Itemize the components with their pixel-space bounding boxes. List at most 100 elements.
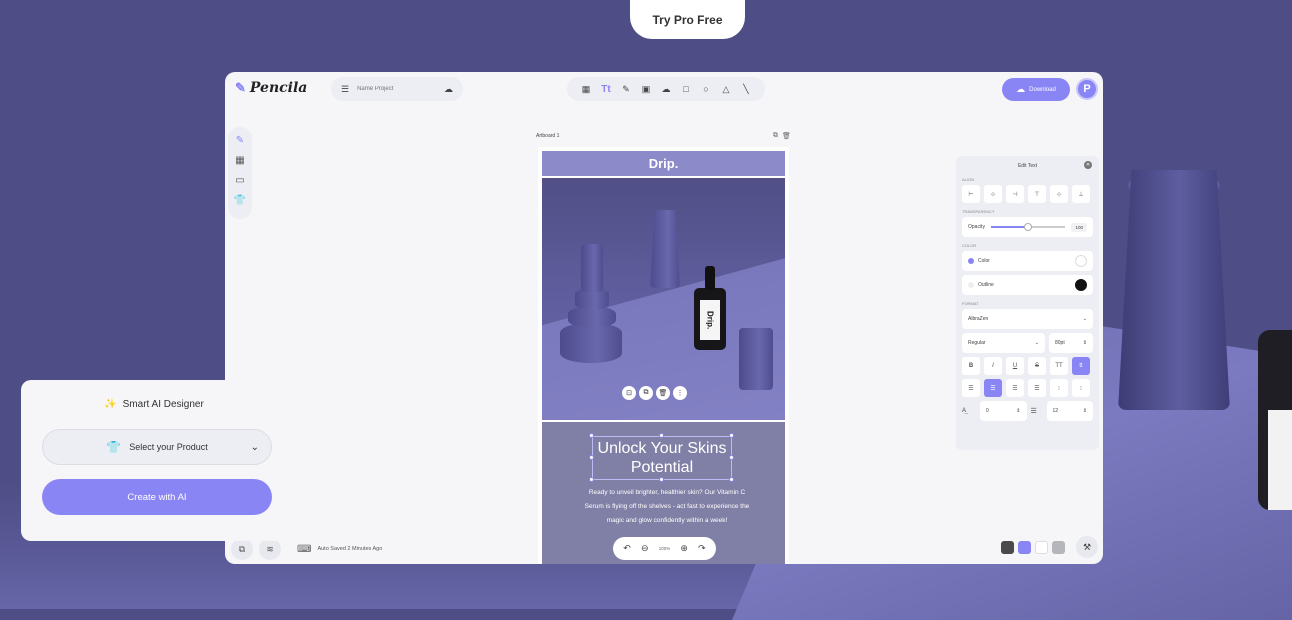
paint-roller-icon[interactable]: ⚒ (1076, 536, 1098, 558)
try-pro-button[interactable]: Try Pro Free (630, 0, 745, 39)
palette-swatch[interactable] (1052, 541, 1065, 554)
stepper-icon[interactable]: ⇕ (1083, 408, 1087, 414)
autosave-status: ⌨ Auto Saved 2 Minutes Ago (297, 544, 382, 555)
resize-handle[interactable] (589, 455, 594, 460)
zoom-level: 100% (658, 546, 671, 551)
stepper-icon[interactable]: ⇕ (1083, 340, 1087, 346)
crop-icon[interactable]: ⊡ (622, 386, 636, 400)
style-button-b[interactable]: B (962, 357, 980, 375)
delete-icon[interactable]: 🗑 (656, 386, 670, 400)
project-name-input[interactable] (357, 86, 436, 92)
resize-handle[interactable] (589, 477, 594, 482)
align-right-icon[interactable]: ⊣ (1006, 185, 1024, 203)
tool-bar: ▦ Tt ✎ ▣ ☁ □ ○ △ ╲ (567, 77, 765, 101)
ai-designer-card: ✨ Smart AI Designer 👕 Select your Produc… (21, 380, 287, 541)
zoom-out-icon[interactable]: ⊖ (641, 543, 649, 554)
color-field[interactable]: Color (962, 251, 1093, 271)
text-align-left-icon[interactable]: ☰ (962, 379, 980, 397)
stepper-icon[interactable]: ⇕ (1016, 408, 1020, 414)
product-select[interactable]: 👕 Select your Product ⌄ (42, 429, 272, 465)
align-bottom-icon[interactable]: ⊥ (1072, 185, 1090, 203)
resize-handle[interactable] (729, 455, 734, 460)
layout-icon[interactable]: ▦ (579, 84, 593, 95)
shirt-icon: 👕 (106, 440, 122, 454)
align-middle-icon[interactable]: ⊹ (1050, 185, 1068, 203)
triangle-tool-icon[interactable]: △ (719, 84, 733, 95)
letter-spacing-stepper[interactable]: 0 ⇕ (980, 401, 1027, 421)
avatar[interactable]: P (1076, 78, 1098, 100)
align-center-h-icon[interactable]: ⊹ (984, 185, 1002, 203)
more-icon[interactable]: ⋮ (673, 386, 687, 400)
history-icon[interactable]: ⧉ (231, 538, 253, 560)
circle-tool-icon[interactable]: ○ (699, 84, 713, 94)
resize-handle[interactable] (589, 433, 594, 438)
palette-swatch[interactable] (1001, 541, 1014, 554)
outline-swatch[interactable] (1075, 279, 1087, 291)
folder-icon[interactable]: ▭ (235, 175, 244, 189)
menu-icon[interactable]: ☰ (341, 84, 349, 95)
resize-handle[interactable] (729, 433, 734, 438)
headline-text[interactable]: Unlock Your Skins Potential (592, 436, 732, 480)
style-button-u[interactable]: U (1006, 357, 1024, 375)
font-weight-select[interactable]: Regular ⌄ (962, 333, 1045, 353)
outline-field[interactable]: Outline (962, 275, 1093, 295)
opacity-value[interactable]: 100 (1071, 222, 1087, 232)
style-button-s[interactable]: S (1028, 357, 1046, 375)
zoom-in-icon[interactable]: ⊕ (680, 543, 688, 554)
rectangle-tool-icon[interactable]: □ (679, 84, 693, 94)
product-photo[interactable]: Drip. ⊡ ⧉ 🗑 ⋮ (542, 178, 785, 420)
color-swatch[interactable] (1075, 255, 1087, 267)
line-height-icon: ☰ (1030, 408, 1037, 415)
cloud-save-icon[interactable]: ☁ (444, 84, 453, 95)
artboard[interactable]: Drip. Drip. ⊡ ⧉ 🗑 ⋮ Unlock Your Skins Po… (538, 147, 789, 564)
color-palette (1001, 541, 1065, 554)
copy-icon[interactable]: ⧉ (639, 386, 653, 400)
style-button-i[interactable]: I (984, 357, 1002, 375)
download-button[interactable]: ☁ Download (1002, 78, 1070, 101)
chevron-down-icon: ⌄ (250, 441, 259, 453)
palette-swatch[interactable] (1035, 541, 1048, 554)
palette-swatch[interactable] (1018, 541, 1031, 554)
text-align-center-icon[interactable]: ☰ (984, 379, 1002, 397)
text-align-right-icon[interactable]: ☰ (1006, 379, 1024, 397)
text-align-row: ☰ ☰ ☰ ☰ ⁝ ⁝ (962, 379, 1093, 397)
opacity-slider-knob[interactable] (1024, 223, 1033, 231)
text-justify-icon[interactable]: ☰ (1028, 379, 1046, 397)
align-top-icon[interactable]: ⊤ (1028, 185, 1046, 203)
background-vase (1118, 170, 1230, 410)
zoom-bar: ↶ ⊖ 100% ⊕ ↷ (613, 537, 716, 560)
keyboard-icon[interactable]: ⌨ (297, 544, 311, 555)
close-icon[interactable]: ✕ (1084, 161, 1092, 169)
body-text[interactable]: Ready to unveil brighter, healthier skin… (582, 486, 752, 528)
edit-icon[interactable]: ✎ (236, 135, 244, 149)
undo-icon[interactable]: ↶ (623, 543, 631, 554)
resize-handle[interactable] (659, 477, 664, 482)
trash-icon[interactable]: 🗑 (782, 132, 791, 140)
pen-tool-icon[interactable]: ✎ (619, 84, 633, 95)
numbered-list-icon[interactable]: ⁝ (1072, 379, 1090, 397)
layers-icon[interactable]: ≋ (259, 538, 281, 560)
bullet-list-icon[interactable]: ⁝ (1050, 379, 1068, 397)
brand-banner[interactable]: Drip. (542, 151, 785, 176)
image-tool-icon[interactable]: ▣ (639, 84, 653, 95)
style-button-tt[interactable]: tt (1072, 357, 1090, 375)
bottom-left-tools: ⧉ ≋ ⌨ Auto Saved 2 Minutes Ago (231, 538, 382, 560)
duplicate-icon[interactable]: ⧉ (773, 132, 778, 140)
resize-handle[interactable] (729, 477, 734, 482)
ai-card-title-text: Smart AI Designer (122, 399, 204, 410)
templates-icon[interactable]: ▦ (235, 155, 244, 169)
line-height-stepper[interactable]: 12 ⇕ (1046, 401, 1093, 421)
style-button-tt[interactable]: TT (1050, 357, 1068, 375)
align-left-icon[interactable]: ⊢ (962, 185, 980, 203)
line-tool-icon[interactable]: ╲ (739, 84, 753, 95)
resize-handle[interactable] (659, 433, 664, 438)
font-size-stepper[interactable]: 80pt ⇕ (1049, 333, 1093, 353)
upload-cloud-icon[interactable]: ☁ (659, 84, 673, 95)
shirt-icon[interactable]: 👕 (234, 195, 246, 209)
text-tool-icon[interactable]: Tt (599, 84, 613, 95)
logo[interactable]: ✎ Pencila (235, 80, 307, 96)
create-with-ai-button[interactable]: Create with AI (42, 479, 272, 515)
font-family-select[interactable]: AlbraZen ⌄ (962, 309, 1093, 329)
opacity-slider[interactable] (990, 223, 1066, 231)
redo-icon[interactable]: ↷ (698, 543, 706, 554)
